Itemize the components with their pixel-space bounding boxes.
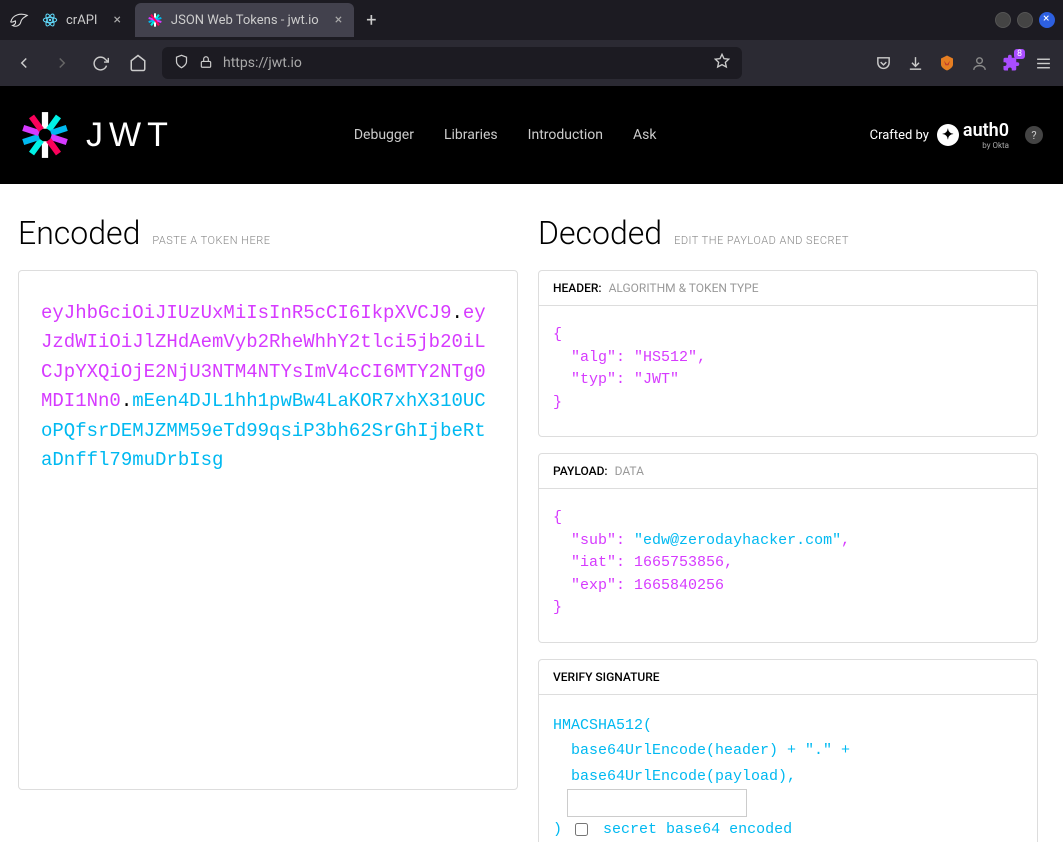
react-icon	[42, 12, 58, 28]
extension-badge: 8	[1014, 49, 1025, 59]
window-controls	[995, 12, 1055, 28]
url-text: https://jwt.io	[223, 55, 704, 71]
jwt-logo-text: JWT	[86, 116, 174, 155]
extension-icon[interactable]: 8	[1001, 53, 1021, 73]
nav-introduction[interactable]: Introduction	[528, 127, 603, 143]
decoded-header-label: HEADER: ALGORITHM & TOKEN TYPE	[539, 271, 1037, 306]
jwt-nav: Debugger Libraries Introduction Ask	[354, 127, 657, 143]
sig-close: )	[553, 821, 562, 838]
nav-ask[interactable]: Ask	[633, 127, 656, 143]
auth0-text: auth0	[963, 120, 1009, 141]
url-bar[interactable]: https://jwt.io	[162, 47, 742, 79]
decoded-signature-body: HMACSHA512( base64UrlEncode(header) + ".…	[539, 695, 1037, 842]
close-icon[interactable]: ×	[113, 12, 120, 28]
reload-button[interactable]	[86, 49, 114, 77]
tab-jwt[interactable]: JSON Web Tokens - jwt.io ×	[135, 3, 354, 37]
decoded-title: Decoded EDIT THE PAYLOAD AND SECRET	[538, 214, 1038, 252]
encoded-hint: PASTE A TOKEN HERE	[152, 234, 270, 247]
minimize-button[interactable]	[995, 12, 1011, 28]
hamburger-menu-icon[interactable]	[1033, 53, 1053, 73]
tab-label: crAPI	[66, 13, 97, 28]
crafted-by: Crafted by ✦ auth0 by Okta ?	[870, 120, 1043, 150]
foxyproxy-icon[interactable]	[937, 53, 957, 73]
tab-crapi[interactable]: crAPI ×	[30, 3, 133, 37]
jwt-logo-icon	[20, 110, 70, 160]
browser-titlebar: crAPI × JSON Web Tokens - jwt.io × +	[0, 0, 1063, 40]
decoded-payload-body[interactable]: { "sub": "edw@zerodayhacker.com", "iat":…	[539, 489, 1037, 642]
toolbar-right: 8	[873, 53, 1053, 73]
sig-line3: base64UrlEncode(payload),	[553, 764, 1023, 790]
auth0-logo[interactable]: ✦ auth0 by Okta	[937, 120, 1009, 150]
decoded-header-body[interactable]: { "alg": "HS512", "typ": "JWT" }	[539, 306, 1037, 436]
close-icon[interactable]: ×	[335, 12, 342, 28]
jwt-logo[interactable]: JWT	[20, 110, 174, 160]
decoded-column: Decoded EDIT THE PAYLOAD AND SECRET HEAD…	[538, 214, 1038, 842]
nav-libraries[interactable]: Libraries	[444, 127, 498, 143]
by-okta-text: by Okta	[963, 141, 1009, 150]
sig-line2: base64UrlEncode(header) + "." +	[553, 738, 1023, 764]
secret-input[interactable]	[567, 789, 747, 817]
browser-toolbar: https://jwt.io 8	[0, 40, 1063, 86]
downloads-icon[interactable]	[905, 53, 925, 73]
home-button[interactable]	[124, 49, 152, 77]
bookmark-star-icon[interactable]	[714, 53, 730, 73]
os-menu-icon[interactable]	[8, 9, 30, 31]
secret-base64-label: secret base64 encoded	[603, 821, 792, 838]
help-icon[interactable]: ?	[1025, 126, 1043, 144]
encoded-token-box[interactable]: eyJhbGciOiJIUzUxMiIsInR5cCI6IkpXVCJ9.eyJ…	[18, 270, 518, 790]
nav-debugger[interactable]: Debugger	[354, 127, 414, 143]
decoded-payload-section: PAYLOAD: DATA { "sub": "edw@zerodayhacke…	[538, 453, 1038, 643]
decoded-hint: EDIT THE PAYLOAD AND SECRET	[674, 234, 849, 247]
decoded-signature-label: VERIFY SIGNATURE	[539, 660, 1037, 695]
page-content: JWT Debugger Libraries Introduction Ask …	[0, 86, 1063, 842]
secret-base64-checkbox[interactable]	[575, 823, 588, 836]
main-content: Encoded PASTE A TOKEN HERE eyJhbGciOiJIU…	[0, 184, 1063, 842]
decoded-header-section: HEADER: ALGORITHM & TOKEN TYPE { "alg": …	[538, 270, 1038, 437]
jwt-favicon	[147, 12, 163, 28]
decoded-payload-label: PAYLOAD: DATA	[539, 454, 1037, 489]
back-button[interactable]	[10, 49, 38, 77]
decoded-signature-section: VERIFY SIGNATURE HMACSHA512( base64UrlEn…	[538, 659, 1038, 842]
window-close-button[interactable]	[1039, 12, 1055, 28]
pocket-icon[interactable]	[873, 53, 893, 73]
shield-icon[interactable]	[174, 54, 189, 73]
encoded-title: Encoded PASTE A TOKEN HERE	[18, 214, 518, 252]
auth0-icon: ✦	[937, 124, 959, 146]
decoded-title-text: Decoded	[538, 214, 662, 252]
encoded-column: Encoded PASTE A TOKEN HERE eyJhbGciOiJIU…	[18, 214, 518, 842]
maximize-button[interactable]	[1017, 12, 1033, 28]
crafted-by-label: Crafted by	[870, 128, 929, 143]
tab-label: JSON Web Tokens - jwt.io	[171, 13, 319, 28]
token-header-part: eyJhbGciOiJIUzUxMiIsInR5cCI6IkpXVCJ9	[41, 302, 451, 324]
sig-line1: HMACSHA512(	[553, 713, 1023, 739]
wappalyzer-icon[interactable]	[969, 53, 989, 73]
new-tab-button[interactable]: +	[356, 10, 386, 31]
jwt-site-header: JWT Debugger Libraries Introduction Ask …	[0, 86, 1063, 184]
forward-button[interactable]	[48, 49, 76, 77]
lock-icon[interactable]	[199, 54, 213, 73]
encoded-title-text: Encoded	[18, 214, 140, 252]
